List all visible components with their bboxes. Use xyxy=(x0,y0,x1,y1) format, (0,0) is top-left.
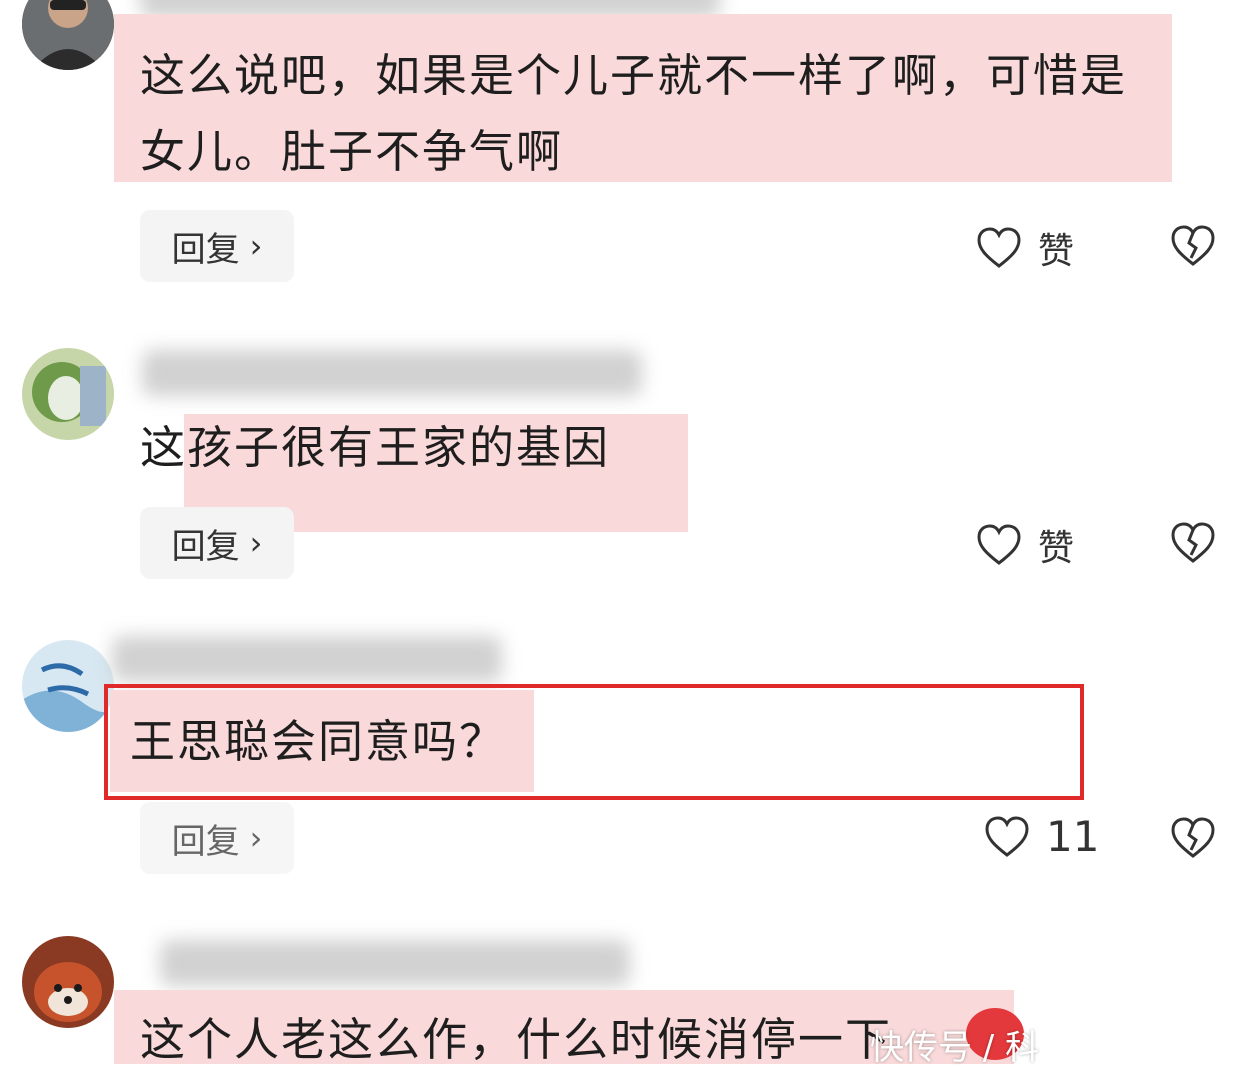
comment-text: 这孩子很有王家的基因 xyxy=(140,421,611,474)
blurred-username xyxy=(160,940,630,986)
reply-button[interactable]: 回复 › xyxy=(140,507,294,579)
broken-heart-icon[interactable] xyxy=(1170,224,1216,268)
chevron-right-icon: › xyxy=(249,819,263,857)
chevron-right-icon: › xyxy=(249,524,263,562)
avatar[interactable] xyxy=(22,348,114,440)
like-button[interactable]: 赞 xyxy=(976,519,1074,571)
blurred-username xyxy=(142,350,642,396)
broken-heart-icon[interactable] xyxy=(1170,521,1216,565)
like-label: 赞 xyxy=(1038,231,1075,272)
avatar[interactable] xyxy=(22,640,114,732)
like-label: 赞 xyxy=(1038,528,1075,569)
comment-text-line: 这么说吧，如果是个儿子就不一样了啊，可惜是 xyxy=(140,49,1128,102)
comment-text-line: 女儿。肚子不争气啊 xyxy=(140,125,564,178)
chevron-right-icon: › xyxy=(249,227,263,265)
watermark: 快传号 / 科 xyxy=(870,1028,1040,1068)
heart-icon xyxy=(976,523,1022,567)
like-button[interactable]: 11 xyxy=(984,812,1099,861)
highlight-box xyxy=(104,684,1084,800)
blurred-username xyxy=(112,636,502,682)
like-count: 11 xyxy=(1046,812,1100,861)
avatar[interactable] xyxy=(22,936,114,1028)
reply-button[interactable]: 回复 › xyxy=(140,802,294,874)
reply-label: 回复 xyxy=(171,821,240,862)
like-button[interactable]: 赞 xyxy=(976,222,1074,274)
broken-heart-icon[interactable] xyxy=(1170,816,1216,860)
reply-button[interactable]: 回复 › xyxy=(140,210,294,282)
reply-label: 回复 xyxy=(171,526,240,567)
comment-text: 这个人老这么作，什么时候消停一下 xyxy=(140,1013,893,1066)
avatar[interactable] xyxy=(22,0,114,70)
heart-icon xyxy=(984,815,1030,859)
reply-label: 回复 xyxy=(171,229,240,270)
heart-icon xyxy=(976,226,1022,270)
